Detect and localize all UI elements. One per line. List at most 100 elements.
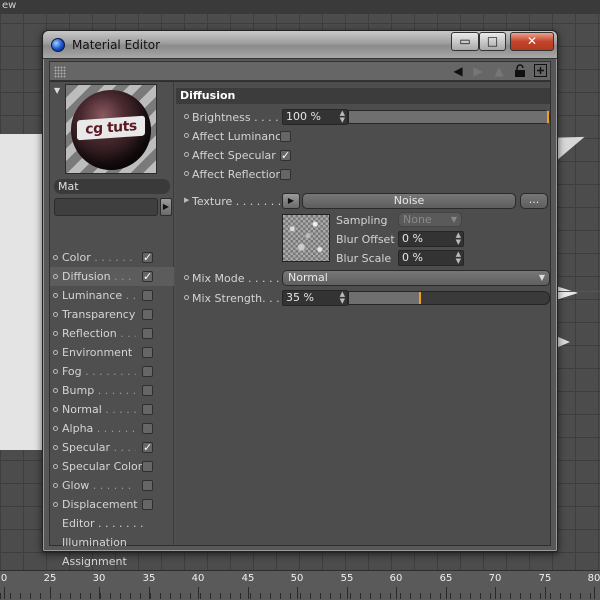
channel-displacement[interactable]: DisplacementDisplacement [50,495,174,514]
title-bar[interactable]: Material Editor ▭ □ ✕ [43,31,557,59]
animate-dot-icon[interactable] [184,152,189,157]
nav-illumination[interactable]: Illumination [62,533,127,552]
preview-menu-icon[interactable]: ▼ [54,86,60,95]
mix-mode-select[interactable]: Normal ▼ [282,270,550,286]
channel-checkbox[interactable] [142,385,153,396]
channel-checkbox[interactable] [142,290,153,301]
channel-checkbox[interactable] [142,404,153,415]
minimize-button[interactable]: ▭ [451,32,479,51]
channel-checkbox[interactable] [142,499,153,510]
arrow-up-icon[interactable]: ▲ [491,64,507,79]
ruler-tick-label: 75 [538,573,552,584]
channel-bump[interactable]: Bump . . . . . . . .Bump [50,381,174,400]
channel-specular[interactable]: Specular . . . . .Specular✓ [50,438,174,457]
channel-normal[interactable]: Normal . . . . . .Normal [50,400,174,419]
app-icon [51,38,65,52]
channel-label: Diffusion [62,267,113,286]
animate-dot-icon [53,255,58,260]
material-name-field[interactable]: Mat [54,179,170,194]
channel-glow[interactable]: Glow . . . . . . . .Glow [50,476,174,495]
nav-editor[interactable]: Editor . . . . . . . [62,514,144,533]
ruler-minor-mark [220,593,221,599]
animate-dot-icon[interactable] [184,114,189,119]
channel-fog[interactable]: Fog . . . . . . . . .Fog [50,362,174,381]
material-combo[interactable] [54,198,158,216]
chevron-down-icon: ▼ [450,215,457,224]
channel-checkbox[interactable] [142,309,153,320]
channel-checkbox[interactable] [142,347,153,358]
brightness-slider[interactable] [348,110,550,124]
arrow-left-icon[interactable]: ◀ [450,64,466,79]
animate-dot-icon[interactable] [184,295,189,300]
ruler-minor-mark [90,593,91,599]
animate-dot-icon[interactable] [184,275,189,280]
ruler-minor-mark [200,593,201,599]
ruler-minor-mark [20,593,21,599]
texture-browse-button[interactable]: ... [520,193,548,209]
affect-reflection-row: Affect Reflection [176,165,550,184]
sampling-select[interactable]: None ▼ [398,212,462,227]
ruler-mark [594,587,595,599]
channel-reflection[interactable]: Reflection . . . .Reflection [50,324,174,343]
preview-sphere: cg tuts [71,90,151,170]
channel-checkbox[interactable]: ✓ [142,442,153,453]
nav-assignment[interactable]: Assignment [62,552,127,571]
channel-checkbox[interactable] [142,461,153,472]
ruler-minor-mark [540,593,541,599]
channel-luminance[interactable]: Luminance . . .Luminance [50,286,174,305]
blur-offset-field[interactable]: 0 % ▲ ▼ [398,231,464,247]
channel-alpha[interactable]: Alpha . . . . . . . Alpha [50,419,174,438]
spinner-icon[interactable]: ▲ ▼ [340,110,345,124]
ruler-minor-mark [120,593,121,599]
chevron-right-icon[interactable]: ▶ [160,198,172,216]
ruler-mark [297,587,298,599]
mix-strength-field[interactable]: 35 % ▲ ▼ [282,290,348,306]
animate-dot-icon[interactable] [184,171,189,176]
slider-knob[interactable] [547,111,549,123]
affect-reflection-checkbox[interactable] [280,169,291,180]
material-preview[interactable]: cg tuts [65,84,157,174]
channel-checkbox[interactable] [142,480,153,491]
new-window-icon[interactable] [532,64,548,79]
mix-mode-label: Mix Mode . . . . . . . [192,272,294,285]
spinner-icon[interactable]: ▲ ▼ [340,291,345,305]
channel-color[interactable]: Color . . . . . . . Color ✓ [50,248,174,267]
animate-dot-icon [53,445,58,450]
maximize-button[interactable]: □ [479,32,506,51]
channel-diffusion[interactable]: Diffusion . . . . .Diffusion✓ [50,267,174,286]
texture-menu-icon[interactable]: ▶ [282,193,300,209]
channel-environment[interactable]: Environment . .Environment [50,343,174,362]
brightness-field[interactable]: 100 % ▲ ▼ [282,109,348,125]
affect-luminance-checkbox[interactable] [280,131,291,142]
ruler-minor-mark [210,593,211,599]
ruler-minor-mark [280,593,281,599]
grip-icon[interactable] [54,66,66,78]
ruler-tick-label: 40 [191,573,205,584]
arrow-right-icon[interactable]: ▶ [470,64,486,79]
blur-scale-field[interactable]: 0 % ▲ ▼ [398,250,464,266]
close-button[interactable]: ✕ [510,32,554,51]
animate-dot-icon [53,483,58,488]
channel-checkbox[interactable] [142,366,153,377]
texture-row: ▶ Texture . . . . . . . . . ▶ Noise ... [176,192,550,211]
ruler-minor-mark [470,593,471,599]
affect-specular-checkbox[interactable]: ✓ [280,150,291,161]
texture-name-button[interactable]: Noise [302,193,516,209]
channel-checkbox[interactable]: ✓ [142,271,153,282]
spinner-icon[interactable]: ▲ ▼ [456,232,461,246]
ruler-minor-mark [150,593,151,599]
lock-icon[interactable] [512,64,528,79]
channel-specular-color[interactable]: Specular ColorSpecular Color [50,457,174,476]
channel-checkbox[interactable]: ✓ [142,252,153,263]
animate-dot-icon[interactable] [184,133,189,138]
timeline-ruler[interactable]: 0 25 30 35 40 45 50 55 60 65 70 75 80 [0,570,600,600]
mix-mode-row: Mix Mode . . . . . . . Normal ▼ [176,269,550,288]
channel-checkbox[interactable] [142,423,153,434]
expand-arrow-icon[interactable]: ▶ [184,196,189,204]
channel-transparency[interactable]: TransparencyTransparency [50,305,174,324]
channel-checkbox[interactable] [142,328,153,339]
ruler-minor-mark [400,593,401,599]
slider-knob[interactable] [419,292,421,304]
mix-strength-slider[interactable] [348,291,550,305]
spinner-icon[interactable]: ▲ ▼ [456,251,461,265]
